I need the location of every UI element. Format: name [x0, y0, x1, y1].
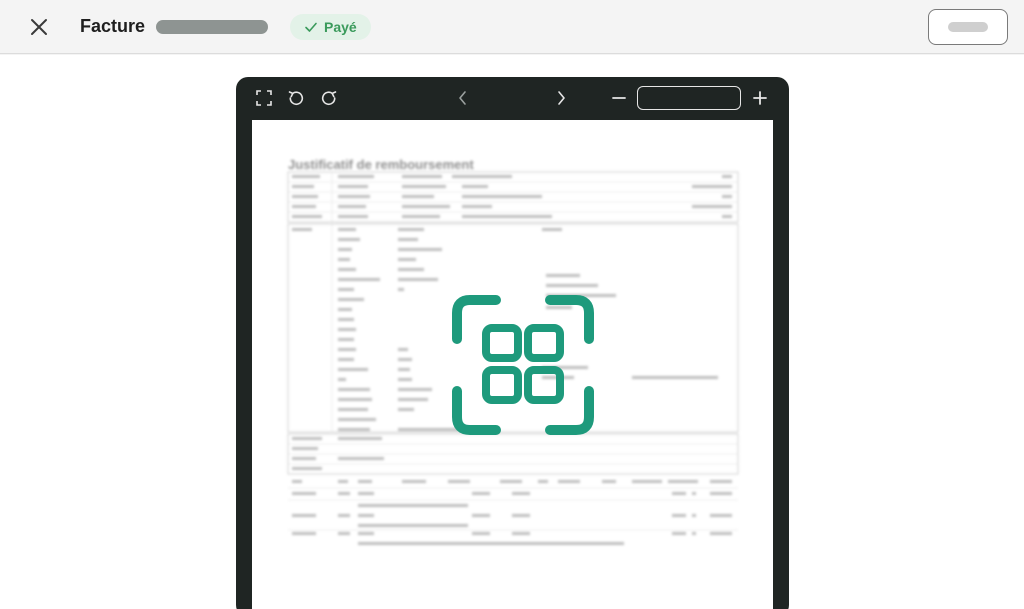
- next-page-button[interactable]: [552, 89, 570, 107]
- chevron-right-icon: [558, 91, 565, 105]
- zoom-in-button[interactable]: [751, 89, 769, 107]
- status-badge-label: Payé: [324, 19, 357, 35]
- close-icon: [31, 19, 47, 35]
- action-button[interactable]: [928, 9, 1008, 45]
- chevron-left-icon: [459, 91, 466, 105]
- rotate-right-icon: [321, 91, 337, 106]
- document-viewer: Justificatif de remboursement: [236, 77, 789, 609]
- scan-document-button[interactable]: [452, 295, 594, 435]
- rotate-right-button[interactable]: [320, 89, 338, 107]
- page-title: Facture: [80, 16, 146, 36]
- previous-page-button[interactable]: [454, 89, 472, 107]
- fullscreen-icon: [256, 90, 272, 106]
- close-button[interactable]: [26, 14, 52, 40]
- invoice-reference-placeholder: [156, 20, 268, 34]
- zoom-level-input[interactable]: [637, 86, 741, 110]
- rotate-left-icon: [288, 91, 304, 106]
- document-page: Justificatif de remboursement: [252, 120, 773, 609]
- rotate-left-button[interactable]: [287, 89, 305, 107]
- minus-icon: [612, 97, 626, 99]
- action-button-label-placeholder: [948, 22, 988, 32]
- check-icon: [305, 22, 317, 32]
- status-badge: Payé: [290, 14, 371, 40]
- plus-icon: [753, 91, 767, 105]
- fullscreen-button[interactable]: [255, 89, 273, 107]
- top-bar: Facture Payé: [0, 0, 1024, 54]
- scan-icon: [452, 295, 594, 435]
- zoom-out-button[interactable]: [610, 89, 628, 107]
